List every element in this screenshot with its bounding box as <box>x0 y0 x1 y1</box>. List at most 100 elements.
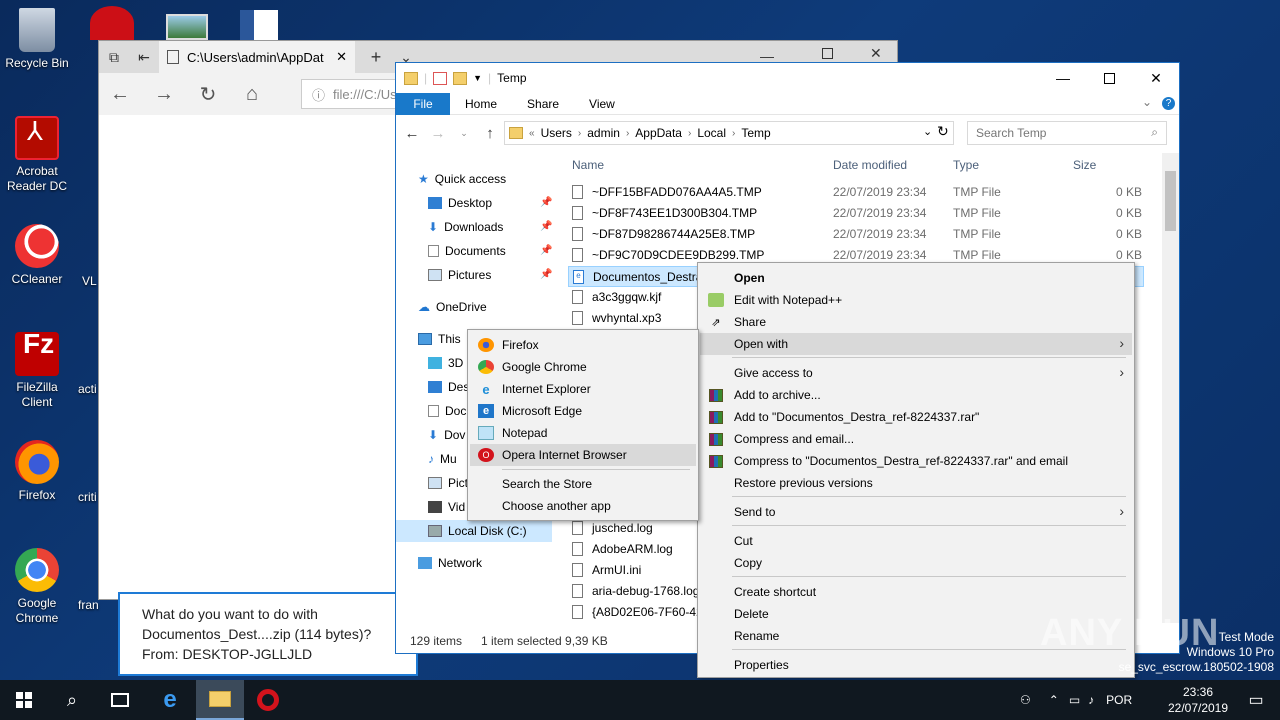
search-button[interactable]: ⌕ <box>48 680 96 720</box>
help-icon[interactable]: ? <box>1162 97 1175 110</box>
scrollbar-thumb[interactable] <box>1165 171 1176 231</box>
nav-local-disk[interactable]: Local Disk (C:) <box>396 520 552 542</box>
forward-arrow-icon[interactable]: → <box>430 125 446 142</box>
file-row[interactable]: ~DF87D98286744A25E8.TMP 22/07/2019 23:34… <box>568 224 1144 245</box>
back-arrow-icon[interactable]: ← <box>404 125 420 142</box>
desktop-icon-filezilla[interactable]: Fz FileZilla Client <box>0 330 74 410</box>
desktop-icon-recycle-bin[interactable]: Recycle Bin <box>0 8 74 71</box>
choose-another-app[interactable]: Choose another app <box>470 495 696 517</box>
desktop-icon-ccleaner[interactable]: CCleaner <box>0 224 74 287</box>
menu-item-cut[interactable]: Cut <box>700 530 1132 552</box>
menu-item-open[interactable]: Open <box>700 267 1132 289</box>
nav-3d-objects[interactable]: 3D <box>428 352 463 374</box>
menu-item-add-to-rar[interactable]: Add to "Documentos_Destra_ref-8224337.ra… <box>700 406 1132 428</box>
address-dropdown-icon[interactable]: ⌄ <box>923 125 932 138</box>
refresh-icon[interactable]: ↻ <box>195 81 221 107</box>
people-icon[interactable]: ⚇ <box>1020 693 1031 707</box>
desktop-icon-firefox[interactable]: Firefox <box>0 440 74 503</box>
edge-maximize-icon[interactable] <box>822 48 833 59</box>
properties-icon[interactable] <box>433 71 448 85</box>
action-center-button[interactable]: ▭ <box>1232 680 1280 720</box>
nav-documents[interactable]: Documents <box>428 240 506 262</box>
recent-locations-icon[interactable]: ⌄ <box>456 128 472 139</box>
refresh-icon[interactable]: ↻ <box>937 123 949 140</box>
open-with-edge[interactable]: e Microsoft Edge <box>470 400 696 422</box>
home-icon[interactable]: ⌂ <box>239 81 265 107</box>
menu-item-copy[interactable]: Copy <box>700 552 1132 574</box>
desktop-icon-acrobat[interactable]: ⅄ Acrobat Reader DC <box>0 116 74 194</box>
menu-item-give-access[interactable]: Give access to › <box>700 362 1132 384</box>
breadcrumb[interactable]: « Users › admin › AppData › Local › Temp… <box>504 121 954 145</box>
new-tab-icon[interactable]: + <box>361 41 391 73</box>
tab-preview-icon[interactable]: ⧉ <box>99 41 129 73</box>
menu-item-edit-notepadpp[interactable]: Edit with Notepad++ <box>700 289 1132 311</box>
edge-close-icon[interactable]: ✕ <box>870 45 882 62</box>
menu-item-add-archive[interactable]: Add to archive... <box>700 384 1132 406</box>
search-input[interactable]: Search Temp ⌕ <box>967 121 1167 145</box>
nav-desktop-pc[interactable]: Des <box>428 376 469 398</box>
open-with-firefox[interactable]: Firefox <box>470 334 696 356</box>
task-view-button[interactable] <box>96 680 144 720</box>
start-button[interactable] <box>0 680 48 720</box>
menu-item-share[interactable]: ⇗ Share <box>700 311 1132 333</box>
taskbar-file-explorer[interactable] <box>196 680 244 720</box>
taskbar-opera[interactable] <box>244 680 292 720</box>
nav-onedrive[interactable]: ☁ OneDrive <box>418 296 487 318</box>
ribbon-share-tab[interactable]: Share <box>512 97 574 111</box>
search-store[interactable]: Search the Store <box>470 473 696 495</box>
word-desktop-icon[interactable] <box>240 10 278 40</box>
nav-pictures[interactable]: Pictures <box>428 264 491 286</box>
expand-ribbon-icon[interactable]: ⌄ <box>1142 95 1152 109</box>
nav-music[interactable]: ♪ Mu <box>428 448 457 470</box>
column-type[interactable]: Type <box>953 158 979 172</box>
minimize-icon[interactable]: — <box>1040 63 1086 93</box>
menu-item-properties[interactable]: Properties <box>700 654 1132 676</box>
column-size[interactable]: Size <box>1073 158 1096 172</box>
nav-downloads-pc[interactable]: ⬇ Dov <box>428 424 465 446</box>
nav-network[interactable]: Network <box>418 552 482 574</box>
clock[interactable]: 23:36 22/07/2019 <box>1162 680 1234 720</box>
nav-documents-pc[interactable]: Doc <box>428 400 466 422</box>
up-arrow-icon[interactable]: ↑ <box>482 125 498 142</box>
menu-item-send-to[interactable]: Send to › <box>700 501 1132 523</box>
breadcrumb-item[interactable]: Temp <box>741 126 770 140</box>
open-with-opera[interactable]: O Opera Internet Browser <box>470 444 696 466</box>
breadcrumb-item[interactable]: Users <box>541 126 572 140</box>
ribbon-file-tab[interactable]: File <box>396 92 450 115</box>
edge-tab[interactable]: C:\Users\admin\AppDat ✕ <box>159 41 355 73</box>
breadcrumb-item[interactable]: AppData <box>635 126 682 140</box>
nav-downloads[interactable]: ⬇ Downloads <box>428 216 503 238</box>
file-row[interactable]: ~DF8F743EE1D300B304.TMP 22/07/2019 23:34… <box>568 203 1144 224</box>
nav-videos[interactable]: Vid <box>428 496 465 518</box>
tray-chevron-icon[interactable]: ⌃ <box>1049 693 1059 707</box>
nav-desktop[interactable]: Desktop <box>428 192 492 214</box>
nav-quick-access[interactable]: ★ Quick access <box>418 168 506 190</box>
set-aside-tabs-icon[interactable]: ⇤ <box>129 41 159 73</box>
column-date[interactable]: Date modified <box>833 158 907 172</box>
forward-arrow-icon[interactable]: → <box>151 81 177 107</box>
maximize-icon[interactable] <box>1086 63 1132 93</box>
back-arrow-icon[interactable]: ← <box>107 81 133 107</box>
menu-item-compress-to-rar-email[interactable]: Compress to "Documentos_Destra_ref-82243… <box>700 450 1132 472</box>
volume-icon[interactable]: ♪ <box>1088 693 1094 707</box>
nav-pictures-pc[interactable]: Pict <box>428 472 468 494</box>
menu-item-open-with[interactable]: Open with › <box>700 333 1132 355</box>
menu-item-compress-email[interactable]: Compress and email... <box>700 428 1132 450</box>
desktop-icon-chrome[interactable]: Google Chrome <box>0 548 74 626</box>
new-folder-icon[interactable] <box>453 71 468 85</box>
network-icon[interactable]: ▭ <box>1069 693 1080 707</box>
breadcrumb-item[interactable]: admin <box>587 126 620 140</box>
breadcrumb-item[interactable]: Local <box>697 126 726 140</box>
ribbon-view-tab[interactable]: View <box>574 97 630 111</box>
file-row[interactable]: ~DFF15BFADD076AA4A5.TMP 22/07/2019 23:34… <box>568 182 1144 203</box>
open-with-chrome[interactable]: Google Chrome <box>470 356 696 378</box>
download-notification[interactable]: What do you want to do with Documentos_D… <box>118 592 418 676</box>
vertical-scrollbar[interactable] <box>1162 153 1179 623</box>
open-with-notepad[interactable]: Notepad <box>470 422 696 444</box>
taskbar-edge[interactable]: e <box>146 680 194 720</box>
opera-desktop-icon[interactable] <box>90 6 134 40</box>
open-with-ie[interactable]: e Internet Explorer <box>470 378 696 400</box>
menu-item-create-shortcut[interactable]: Create shortcut <box>700 581 1132 603</box>
ribbon-home-tab[interactable]: Home <box>450 97 512 111</box>
nav-this-pc[interactable]: This <box>418 328 461 350</box>
